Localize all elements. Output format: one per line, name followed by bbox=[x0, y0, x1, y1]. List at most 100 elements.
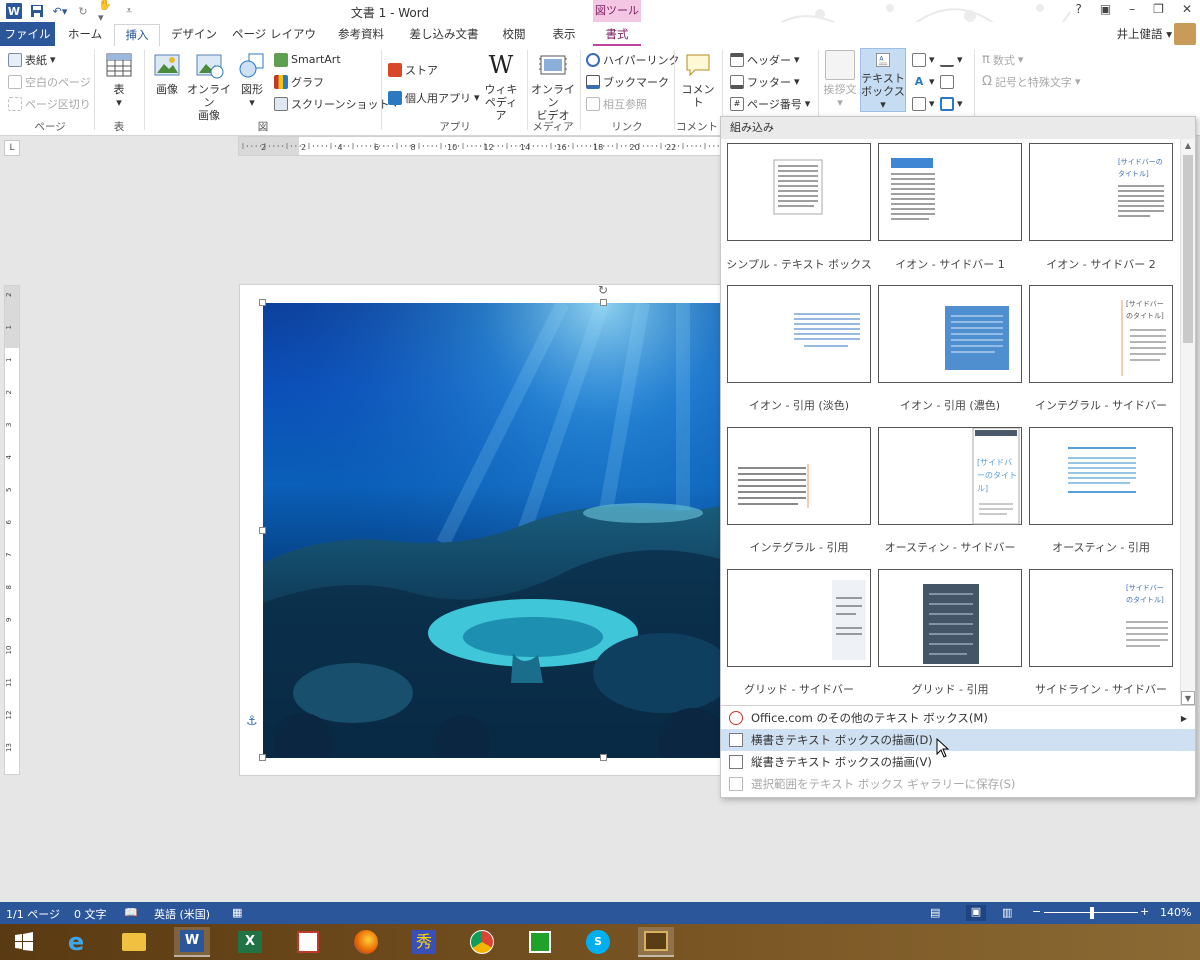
app-icon[interactable] bbox=[290, 927, 326, 957]
avatar[interactable] bbox=[1174, 23, 1196, 45]
ie-icon[interactable]: e bbox=[58, 927, 94, 957]
footer-button[interactable]: フッター ▾ bbox=[730, 72, 800, 91]
quick-parts-button[interactable]: ▾ bbox=[912, 50, 935, 69]
menu-draw-vertical-textbox[interactable]: 縦書きテキスト ボックスの描画(V) bbox=[721, 751, 1195, 773]
tab-design[interactable]: デザイン bbox=[164, 24, 224, 46]
user-name[interactable]: 井上健語 ▾ bbox=[1117, 26, 1172, 42]
firefox-icon[interactable] bbox=[348, 927, 384, 957]
tab-page-layout[interactable]: ページ レイアウト bbox=[228, 24, 320, 61]
app2-icon[interactable]: 秀 bbox=[406, 927, 442, 957]
text-box-button[interactable]: A テキスト ボックス▾ bbox=[860, 48, 906, 112]
zoom-level[interactable]: 140% bbox=[1160, 906, 1191, 919]
gallery-item-integral-quote[interactable] bbox=[727, 427, 871, 525]
page-count[interactable]: 1/1 ページ bbox=[6, 906, 60, 922]
customize-qat-icon[interactable]: ⩡ bbox=[121, 3, 137, 19]
word-icon[interactable]: W bbox=[174, 927, 210, 957]
picture-button[interactable]: 画像 bbox=[150, 50, 184, 96]
hyperlink-button[interactable]: ハイパーリンク bbox=[586, 50, 680, 69]
gallery-item-ion-quote-light[interactable] bbox=[727, 285, 871, 383]
scroll-up-icon[interactable]: ▲ bbox=[1181, 139, 1195, 153]
zoom-slider-thumb[interactable] bbox=[1090, 907, 1094, 919]
resize-handle[interactable] bbox=[259, 527, 266, 534]
gallery-item-ion-sidebar-1[interactable] bbox=[878, 143, 1022, 241]
menu-draw-horizontal-textbox[interactable]: 横書きテキスト ボックスの描画(D) bbox=[721, 729, 1195, 751]
menu-save-selection-to-gallery[interactable]: 選択範囲をテキスト ボックス ギャラリーに保存(S) bbox=[721, 773, 1195, 795]
gallery-scrollbar[interactable]: ▲ ▼ bbox=[1180, 139, 1195, 705]
scroll-down-icon[interactable]: ▼ bbox=[1181, 691, 1195, 705]
resize-handle[interactable] bbox=[259, 754, 266, 761]
save-icon[interactable] bbox=[29, 3, 45, 19]
table-button[interactable]: 表 ▾ bbox=[102, 50, 136, 109]
word-logo-icon[interactable]: W bbox=[6, 3, 22, 19]
online-pictures-button[interactable]: オンライン 画像 bbox=[186, 50, 232, 122]
resize-handle[interactable] bbox=[600, 754, 607, 761]
resize-handle[interactable] bbox=[600, 299, 607, 306]
rotate-handle-icon[interactable]: ↻ bbox=[598, 283, 608, 297]
skype-icon[interactable]: S bbox=[580, 927, 616, 957]
header-button[interactable]: ヘッダー ▾ bbox=[730, 50, 800, 69]
online-video-button[interactable]: オンライン ビデオ bbox=[530, 50, 576, 122]
restore-icon[interactable]: ❐ bbox=[1153, 2, 1164, 16]
date-time-button[interactable] bbox=[940, 72, 954, 91]
print-layout-icon[interactable]: ▣ bbox=[966, 905, 986, 921]
wordart-button[interactable]: A ▾ bbox=[912, 72, 935, 91]
macro-icon[interactable]: ▦ bbox=[232, 906, 242, 919]
tab-home[interactable]: ホーム bbox=[60, 24, 110, 46]
cross-reference-button[interactable]: 相互参照 bbox=[586, 94, 647, 113]
minimize-icon[interactable]: – bbox=[1129, 2, 1135, 16]
chart-button[interactable]: グラフ bbox=[274, 72, 324, 91]
gallery-item-austin-sidebar[interactable]: [サイドバーのタイトル] bbox=[878, 427, 1022, 525]
wikipedia-button[interactable]: W ウィキ ペディア bbox=[482, 50, 520, 122]
page-number-button[interactable]: # ページ番号 ▾ bbox=[730, 94, 810, 113]
language[interactable]: 英語 (米国) bbox=[154, 906, 210, 922]
proofing-icon[interactable]: 📖 bbox=[124, 906, 138, 919]
equation-button[interactable]: π 数式 ▾ bbox=[982, 50, 1023, 69]
smartart-button[interactable]: SmartArt bbox=[274, 50, 341, 69]
screenshot-button[interactable]: スクリーンショット▾ bbox=[274, 94, 398, 113]
coral-reef-photo[interactable] bbox=[263, 303, 733, 758]
app3-icon[interactable] bbox=[638, 927, 674, 957]
tab-file[interactable]: ファイル bbox=[0, 22, 55, 46]
redo-icon[interactable]: ↻ bbox=[75, 3, 91, 19]
gallery-item-ion-sidebar-2[interactable]: [サイドバーのタイトル] bbox=[1029, 143, 1173, 241]
drop-cap-button[interactable]: ▾ bbox=[912, 94, 935, 113]
greeting-button[interactable]: 挨拶文 ▾ bbox=[822, 50, 858, 109]
store-icon[interactable] bbox=[522, 927, 558, 957]
gallery-item-austin-quote[interactable] bbox=[1029, 427, 1173, 525]
tab-view[interactable]: 表示 bbox=[542, 24, 586, 46]
my-apps-button[interactable]: 個人用アプリ ▾ bbox=[388, 88, 480, 107]
gallery-item-sideline-sidebar[interactable]: [サイドバーのタイトル] bbox=[1029, 569, 1173, 667]
shapes-button[interactable]: 図形 ▾ bbox=[234, 50, 270, 109]
ruler-tab-selector[interactable]: L bbox=[4, 140, 20, 156]
tab-review[interactable]: 校閲 bbox=[492, 24, 536, 46]
word-count[interactable]: 0 文字 bbox=[74, 906, 107, 922]
excel-icon[interactable]: X bbox=[232, 927, 268, 957]
zoom-in-icon[interactable]: + bbox=[1140, 905, 1149, 918]
vertical-ruler[interactable]: 2 1 1 2 3 4 5 6 7 8 9 10 11 12 13 bbox=[4, 285, 20, 775]
chrome-icon[interactable] bbox=[464, 927, 500, 957]
undo-icon[interactable]: ↶▾ bbox=[52, 3, 68, 19]
web-layout-icon[interactable]: ▥ bbox=[1002, 906, 1012, 919]
blank-page-button[interactable]: 空白のページ bbox=[8, 72, 91, 91]
store-button[interactable]: ストア bbox=[388, 60, 438, 79]
object-button[interactable]: ▾ bbox=[940, 94, 963, 113]
close-icon[interactable]: ✕ bbox=[1182, 2, 1192, 16]
read-mode-icon[interactable]: ▤ bbox=[930, 906, 940, 919]
windows-start-icon[interactable] bbox=[6, 927, 42, 957]
scroll-thumb[interactable] bbox=[1183, 155, 1193, 343]
tab-insert[interactable]: 挿入 bbox=[114, 24, 160, 46]
tab-mailings[interactable]: 差し込み文書 bbox=[402, 24, 486, 46]
gallery-item-ion-quote-dark[interactable] bbox=[878, 285, 1022, 383]
cover-page-button[interactable]: 表紙 ▾ bbox=[8, 50, 56, 69]
gallery-item-grid-quote[interactable] bbox=[878, 569, 1022, 667]
tab-references[interactable]: 参考資料 bbox=[326, 24, 396, 46]
symbol-button[interactable]: Ω 記号と特殊文字 ▾ bbox=[982, 72, 1080, 91]
signature-line-button[interactable]: ▾ bbox=[940, 50, 963, 69]
tab-format[interactable]: 書式 bbox=[593, 24, 641, 46]
touch-mode-icon[interactable]: ✋▾ bbox=[98, 0, 114, 22]
gallery-item-grid-sidebar[interactable] bbox=[727, 569, 871, 667]
bookmark-button[interactable]: ブックマーク bbox=[586, 72, 669, 91]
menu-office-com-more-textboxes[interactable]: Office.com のその他のテキスト ボックス(M) ▶ bbox=[721, 707, 1195, 729]
resize-handle[interactable] bbox=[259, 299, 266, 306]
comment-button[interactable]: コメント bbox=[678, 50, 718, 109]
